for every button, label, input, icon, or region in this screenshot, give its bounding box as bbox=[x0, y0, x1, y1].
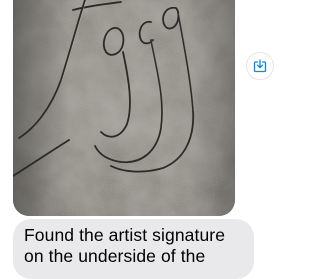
save-download-icon bbox=[253, 59, 267, 73]
signature-photo bbox=[13, 0, 235, 216]
message-text: Found the artist signature on the unders… bbox=[24, 225, 226, 266]
text-message-bubble[interactable]: Found the artist signature on the unders… bbox=[13, 219, 254, 279]
save-photo-button[interactable] bbox=[246, 52, 274, 80]
photo-message-bubble[interactable] bbox=[13, 0, 235, 216]
